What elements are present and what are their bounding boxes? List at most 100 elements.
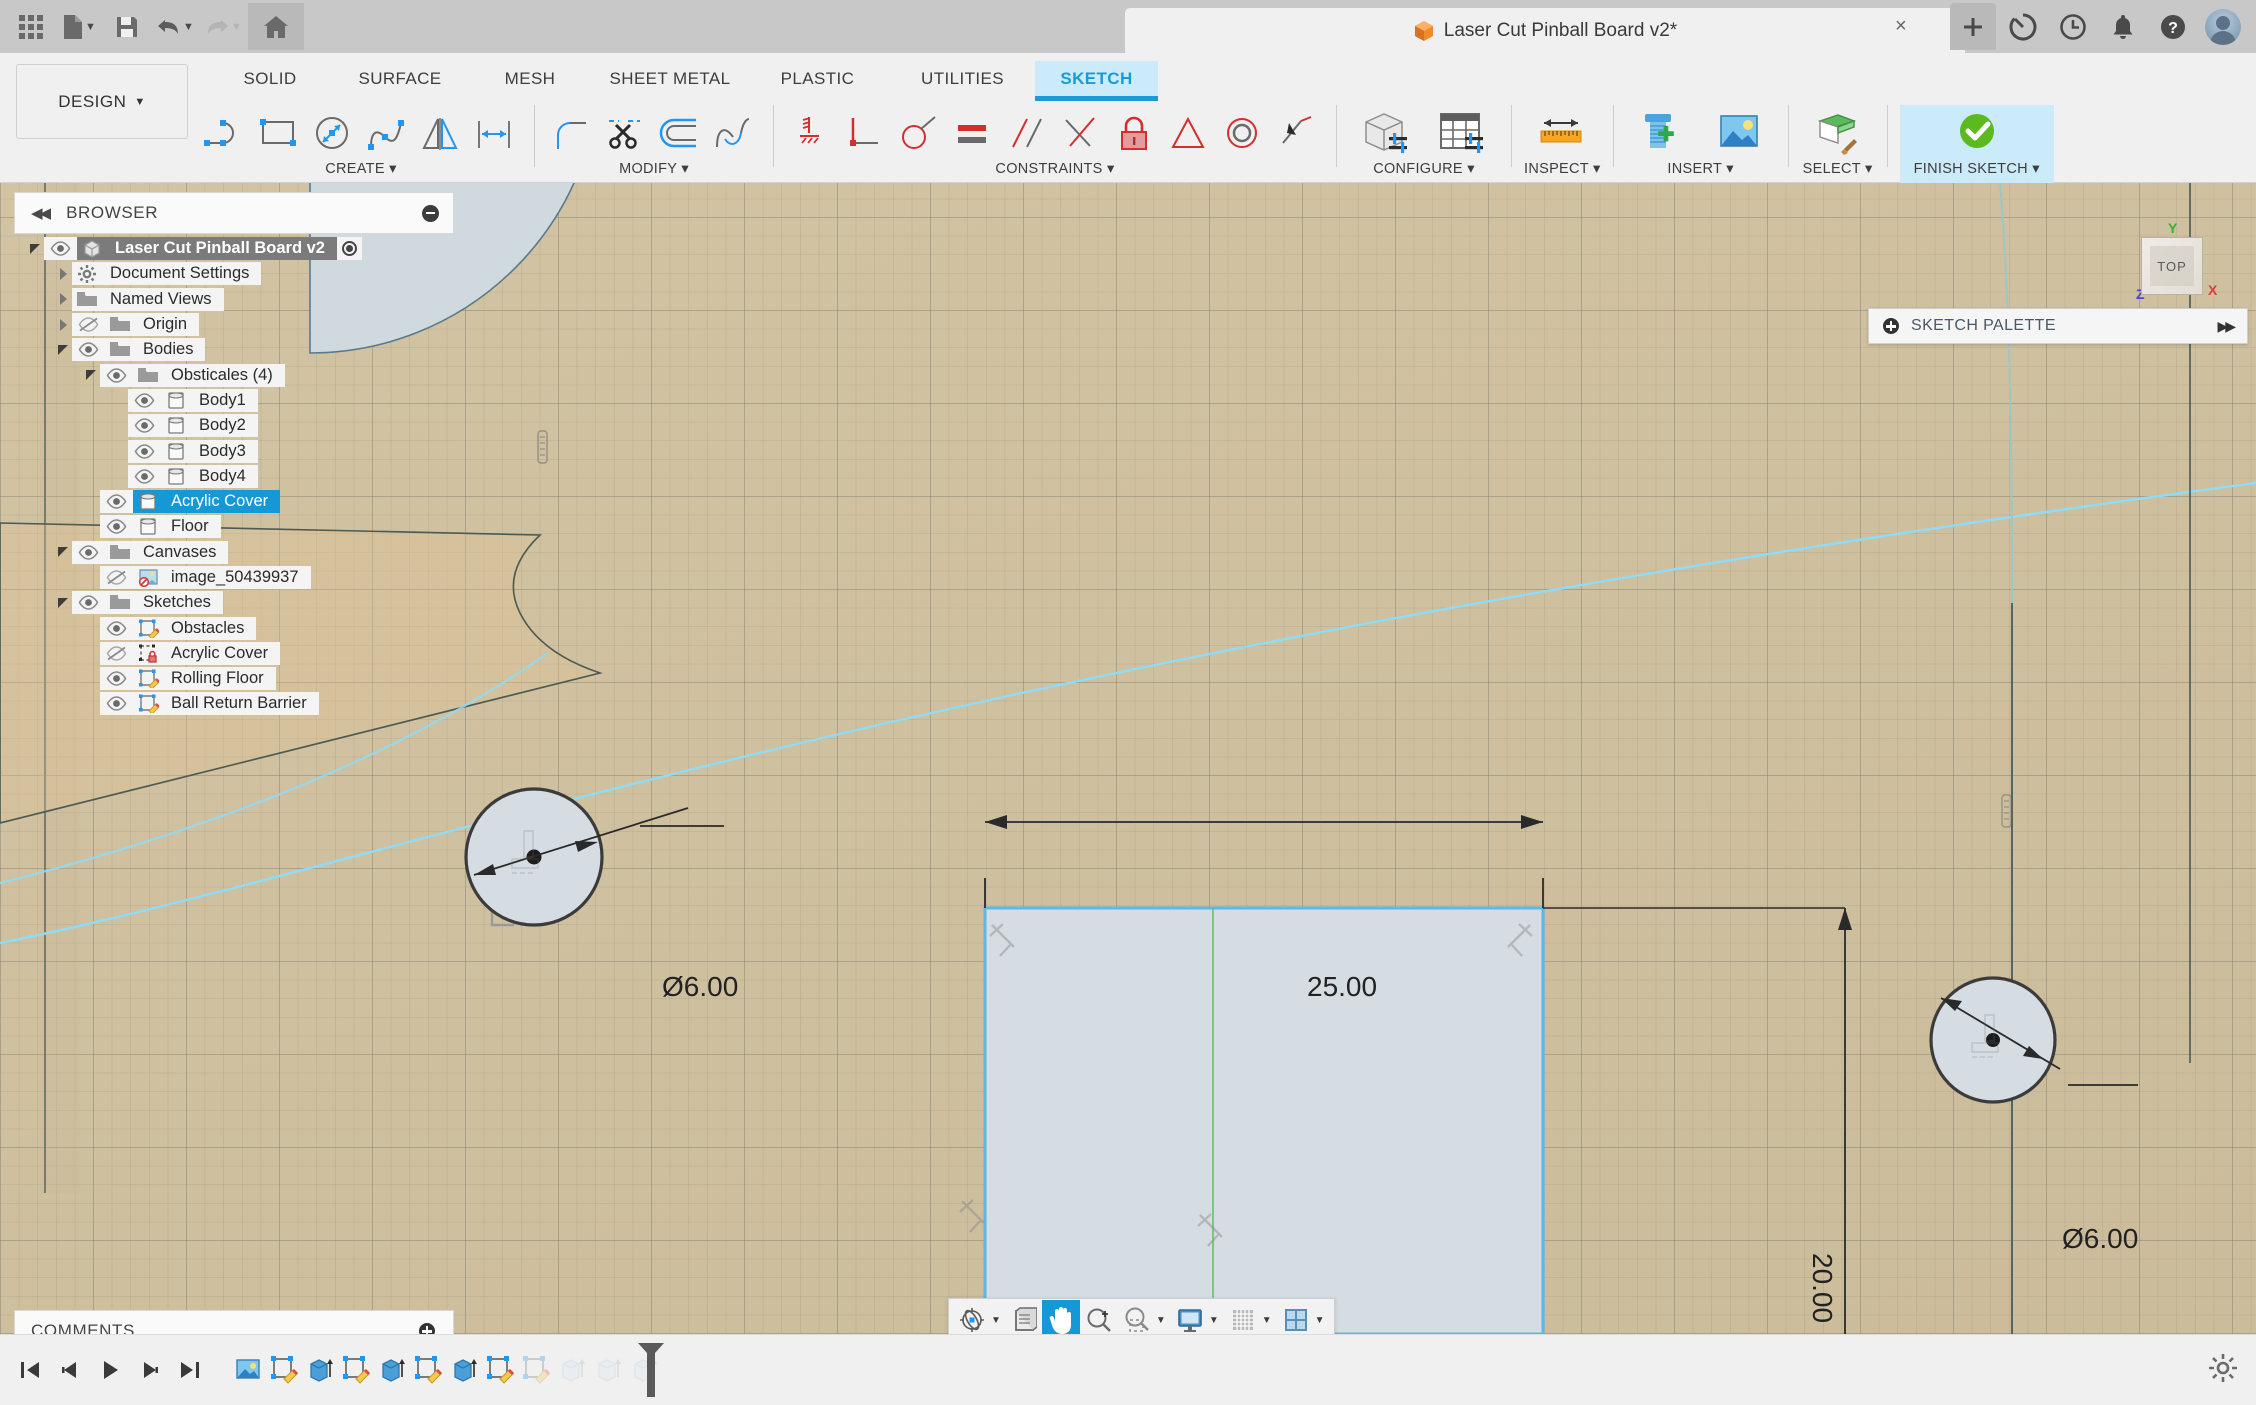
midpoint-tool[interactable] [1056, 105, 1108, 161]
tab-sketch[interactable]: SKETCH [1035, 61, 1158, 101]
document-tab[interactable]: Laser Cut Pinball Board v2* [1125, 8, 1965, 53]
panel-modify-label[interactable]: MODIFY ▾ [619, 161, 689, 177]
insert-canvas-tool[interactable] [1702, 104, 1776, 162]
tree-item-body2[interactable]: Body2 [0, 413, 460, 438]
perpendicular-tool[interactable] [840, 105, 892, 161]
tree-twisty[interactable] [82, 370, 100, 381]
tree-item-document-settings[interactable]: Document Settings [0, 261, 460, 286]
tree-item-body3[interactable]: Body3 [0, 438, 460, 463]
tree-twisty[interactable] [54, 293, 72, 306]
tree-item-body1[interactable]: Body1 [0, 388, 460, 413]
panel-finish-sketch-label[interactable]: FINISH SKETCH ▾ [1914, 161, 2040, 177]
tree-item-rolling-floor[interactable]: Rolling Floor [0, 666, 460, 691]
home-button[interactable] [248, 3, 304, 50]
lock-tool[interactable] [1110, 105, 1162, 161]
plus-circle-icon[interactable] [1883, 318, 1899, 334]
view-cube[interactable]: Y X Z TOP [2114, 220, 2234, 327]
tree-twisty[interactable] [54, 267, 72, 280]
view-cube-box[interactable]: TOP [2141, 237, 2203, 295]
app-grid-button[interactable] [8, 3, 54, 50]
chevron-down-icon[interactable]: ▼ [1262, 1315, 1277, 1326]
visibility-toggle[interactable] [72, 540, 105, 564]
go-to-start-icon[interactable] [18, 1358, 42, 1382]
timeline-feature[interactable] [266, 1347, 302, 1393]
visibility-toggle[interactable] [100, 616, 133, 640]
job-status-button[interactable] [2050, 4, 2096, 50]
tab-utilities[interactable]: UTILITIES [890, 61, 1035, 98]
tree-item-named-views[interactable]: Named Views [0, 287, 460, 312]
new-tab-button[interactable] [1950, 3, 1996, 50]
visibility-toggle[interactable] [100, 490, 133, 514]
configure-table-tool[interactable] [1425, 104, 1499, 162]
line-tool[interactable] [200, 105, 252, 161]
tree-item-origin[interactable]: Origin [0, 312, 460, 337]
play-icon[interactable] [98, 1358, 122, 1382]
chevron-down-icon[interactable]: ▼ [1156, 1315, 1171, 1326]
coincident-tool[interactable] [1272, 105, 1324, 161]
tree-twisty[interactable] [54, 547, 72, 558]
panel-constraints-label[interactable]: CONSTRAINTS ▾ [995, 161, 1114, 177]
select-tool[interactable] [1801, 104, 1875, 162]
extensions-button[interactable] [2000, 4, 2046, 50]
tangent-tool[interactable] [894, 105, 946, 161]
tree-item-acrylic-cover[interactable]: Acrylic Cover [0, 489, 460, 514]
view-cube-top-face[interactable]: TOP [2150, 246, 2194, 286]
timeline-feature[interactable] [410, 1347, 446, 1393]
dim-label-height-right[interactable]: 20.00 [1806, 1253, 1838, 1323]
timeline-feature[interactable] [554, 1347, 590, 1393]
tree-twisty[interactable] [54, 344, 72, 355]
tree-item-floor[interactable]: Floor [0, 514, 460, 539]
dim-label-diameter-left[interactable]: Ø6.00 [662, 971, 738, 1003]
tree-item-obstacles[interactable]: Obstacles [0, 615, 460, 640]
fix-ground-tool[interactable] [786, 105, 838, 161]
timeline-feature[interactable] [518, 1347, 554, 1393]
tree-item-laser-cut-pinball-board-v2[interactable]: Laser Cut Pinball Board v2 [0, 236, 460, 261]
spline-tool[interactable] [362, 105, 414, 161]
tab-surface[interactable]: SURFACE [335, 61, 465, 98]
notifications-button[interactable] [2100, 4, 2146, 50]
visibility-toggle[interactable] [72, 338, 105, 362]
tree-twisty[interactable] [26, 243, 44, 254]
offset-tool[interactable] [470, 105, 522, 161]
tree-item-image-50439937[interactable]: image_50439937 [0, 565, 460, 590]
configure-body-tool[interactable] [1349, 104, 1423, 162]
timeline-feature[interactable] [590, 1347, 626, 1393]
timeline-feature[interactable] [446, 1347, 482, 1393]
save-button[interactable] [104, 3, 150, 50]
visibility-toggle[interactable] [128, 414, 161, 438]
go-to-end-icon[interactable] [178, 1358, 202, 1382]
tree-item-ball-return-barrier[interactable]: Ball Return Barrier [0, 691, 460, 716]
collapse-left-icon[interactable]: ◀◀ [31, 204, 51, 222]
tab-sheet-metal[interactable]: SHEET METAL [595, 61, 745, 98]
tree-twisty[interactable] [54, 318, 72, 331]
panel-insert-label[interactable]: INSERT ▾ [1667, 161, 1733, 177]
circle-tool[interactable] [308, 105, 360, 161]
workspace-selector[interactable]: DESIGN ▼ [16, 64, 188, 139]
measure-tool[interactable] [1525, 104, 1599, 162]
tree-item-bodies[interactable]: Bodies [0, 337, 460, 362]
timeline-feature[interactable] [338, 1347, 374, 1393]
timeline-feature[interactable] [482, 1347, 518, 1393]
activate-component-radio[interactable] [336, 237, 362, 261]
parallel-tool[interactable] [1002, 105, 1054, 161]
new-file-button[interactable]: ▼ [56, 3, 102, 50]
timeline-settings-button[interactable] [2208, 1353, 2238, 1383]
mirror-tool[interactable] [416, 105, 468, 161]
dim-label-width-top[interactable]: 25.00 [1307, 971, 1377, 1003]
visibility-toggle[interactable] [100, 566, 133, 589]
visibility-toggle[interactable] [72, 591, 105, 615]
minus-circle-icon[interactable] [422, 204, 439, 222]
concentric-tool[interactable] [1218, 105, 1270, 161]
panel-select-label[interactable]: SELECT ▾ [1803, 161, 1873, 177]
timeline-marker[interactable] [634, 1341, 668, 1399]
rectangle-tool[interactable] [254, 105, 306, 161]
visibility-toggle[interactable] [72, 313, 105, 337]
chevron-down-icon[interactable]: ▼ [1209, 1315, 1224, 1326]
tree-item-body4[interactable]: Body4 [0, 464, 460, 489]
offset-curve-tool[interactable] [655, 105, 707, 161]
chevron-down-icon[interactable]: ▼ [1315, 1315, 1330, 1326]
visibility-toggle[interactable] [128, 464, 161, 488]
account-button[interactable] [2200, 4, 2246, 50]
visibility-toggle[interactable] [100, 692, 133, 716]
panel-create-label[interactable]: CREATE ▾ [325, 161, 396, 177]
